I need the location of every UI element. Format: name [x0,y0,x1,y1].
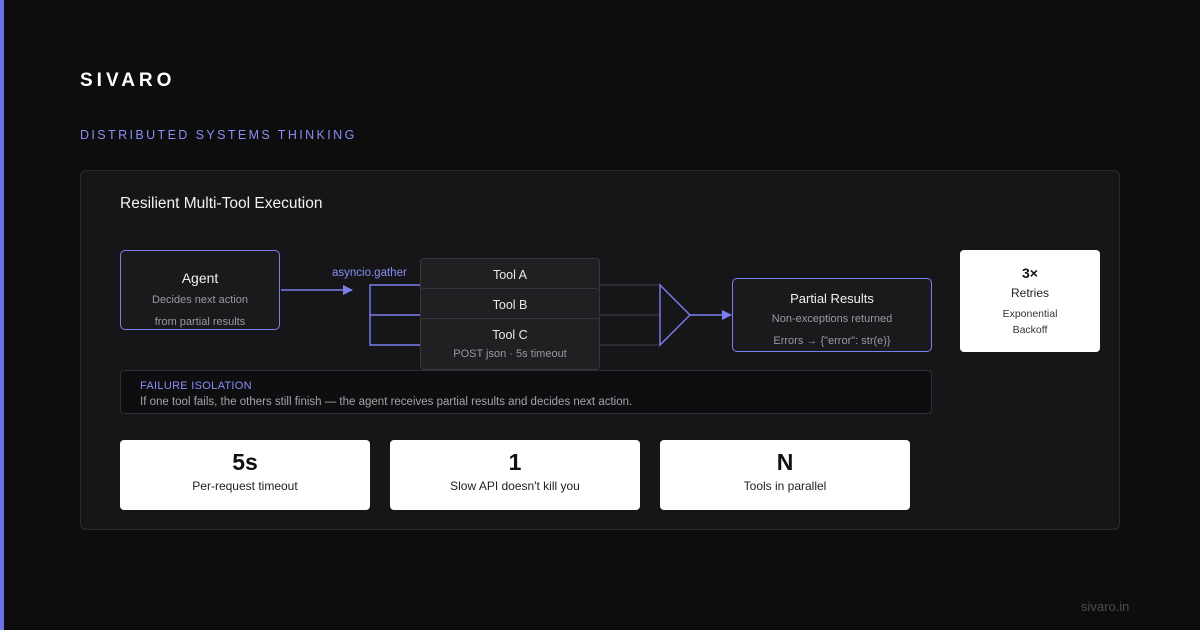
fan-out-bracket [369,284,420,346]
agent-desc-2: from partial results [154,316,246,328]
agent-title: Agent [181,270,219,286]
merge-funnel [659,283,691,347]
stat-card-parallel: N Tools in parallel [660,440,910,510]
tool-c-node: Tool C POST json · 5s timeout [420,318,600,370]
gather-label: asyncio.gather [332,267,407,279]
partial-results-node: Partial Results Non-exceptions returned … [732,278,932,352]
retries-card: 3× Retries Exponential Backoff [960,250,1100,352]
retries-value: 3× [1022,265,1038,281]
failure-isolation-text: If one tool fails, the others still fini… [140,396,633,408]
stat-label: Tools in parallel [743,479,827,493]
tool-a-name: Tool A [492,268,528,282]
footer-url: sivaro.in [1081,599,1130,614]
agent-node: Agent Decides next action from partial r… [120,250,280,330]
retries-desc-2: Backoff [1012,324,1048,336]
failure-isolation-note: FAILURE ISOLATION If one tool fails, the… [120,370,932,414]
retries-desc-1: Exponential [1002,308,1058,320]
tool-b-name: Tool B [492,298,528,312]
stat-value: N [776,449,794,475]
retries-label: Retries [1010,286,1049,300]
tool-c-name: Tool C [492,328,528,342]
partial-results-title: Partial Results [790,291,874,306]
tool-c-detail: POST json · 5s timeout [453,348,567,360]
partial-results-desc-1: Non-exceptions returned [771,313,893,325]
stat-card-timeout: 5s Per-request timeout [120,440,370,510]
failure-isolation-heading: FAILURE ISOLATION [140,380,252,392]
agent-desc-1: Decides next action [152,294,248,306]
stat-card-slow-api: 1 Slow API doesn't kill you [390,440,640,510]
stat-value: 5s [232,449,258,475]
stat-label: Slow API doesn't kill you [450,479,580,493]
stat-value: 1 [508,449,522,475]
stat-label: Per-request timeout [192,479,298,493]
partial-results-desc-2: Errors → {"error": str(e)} [773,335,891,347]
fan-in-lines [600,284,660,346]
